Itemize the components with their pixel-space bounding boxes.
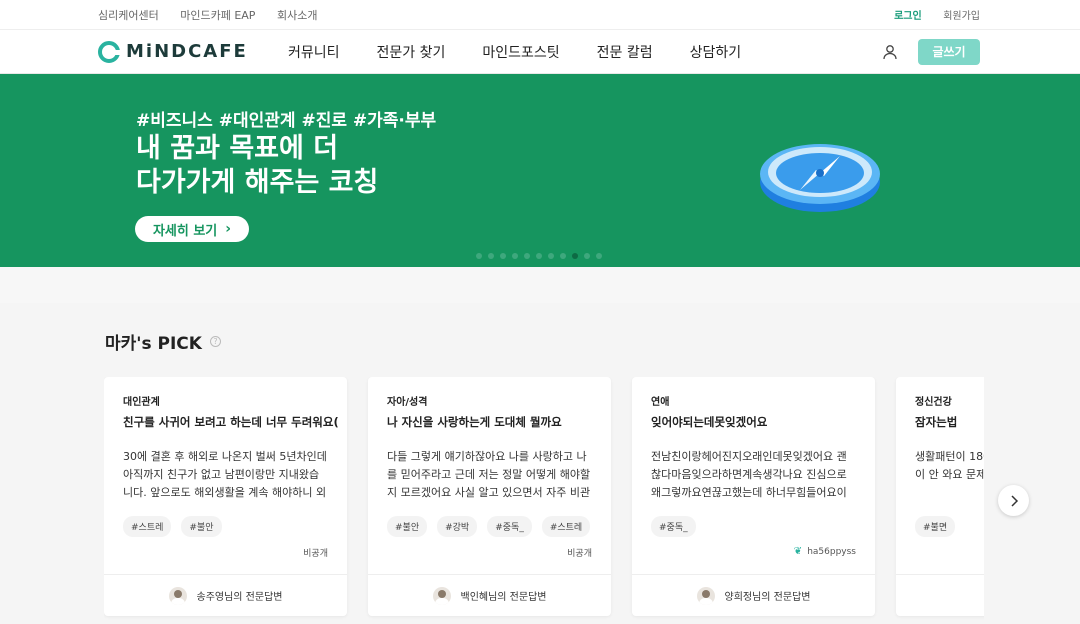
banner-dot[interactable] <box>500 253 506 259</box>
menu-find-expert[interactable]: 전문가 찾기 <box>377 42 446 62</box>
top-utility-bar: 심리케어센터 마인드카페 EAP 회사소개 로그인 회원가입 <box>0 0 1080 30</box>
card-expert-answer[interactable]: 송주영님의 전문답변 <box>104 574 347 616</box>
card-privacy-label: 비공개 <box>567 549 592 559</box>
menu-community[interactable]: 커뮤니티 <box>288 42 340 62</box>
menu-mind-postit[interactable]: 마인드포스팃 <box>482 42 559 62</box>
login-link[interactable]: 로그인 <box>894 11 922 22</box>
question-card[interactable]: 대인관계친구를 사귀어 보려고 하는데 너무 두려워요(해외) 30에 결혼 후 … <box>104 377 347 616</box>
banner-dot[interactable] <box>512 253 518 259</box>
banner-dot[interactable] <box>488 253 494 259</box>
banner-cta-button[interactable]: 자세히 보기 › <box>135 216 249 242</box>
banner-dot[interactable] <box>572 253 578 259</box>
tag-chip[interactable]: #불안 <box>387 516 428 537</box>
compass-icon <box>760 144 880 212</box>
hero-banner[interactable]: #비즈니스 #대인관계 #진로 #가족·부부 내 꿈과 목표에 더 다가가게 해… <box>0 74 1080 267</box>
card-category: 자아/성격 <box>387 397 428 408</box>
banner-dot[interactable] <box>548 253 554 259</box>
link-mindcafe-eap[interactable]: 마인드카페 EAP <box>180 9 255 22</box>
card-category: 정신건강 <box>915 397 952 408</box>
utility-links: 심리케어센터 마인드카페 EAP 회사소개 <box>98 7 335 23</box>
banner-dot[interactable] <box>584 253 590 259</box>
card-body: 30에 결혼 후 해외로 나온지 벌써 5년차인데 아직까지 친구가 없고 남편… <box>123 450 327 499</box>
question-card[interactable]: 연애잊어야되는데못잊겠어요전남친이랑헤어진지오래인데못잊겠어요 괜찮다마음잊으라… <box>632 377 875 616</box>
banner-dot[interactable] <box>536 253 542 259</box>
menu-expert-column[interactable]: 전문 칼럼 <box>597 42 653 62</box>
tag-chip[interactable]: #스트레 <box>541 516 591 537</box>
leaf-icon: ❦ <box>793 546 803 557</box>
card-author-status: 비공개 <box>303 546 328 559</box>
logo[interactable]: MiNDCAFE <box>98 40 288 63</box>
carousel-next-button[interactable] <box>998 485 1029 516</box>
tag-chip[interactable]: #스트레 <box>123 516 172 537</box>
banner-cta-label: 자세히 보기 <box>152 223 218 239</box>
question-card[interactable]: 자아/성격나 자신을 사랑하는게 도대체 뭘까요다들 그렇게 얘기하잖아요 나를… <box>368 377 611 616</box>
auth-links: 로그인 회원가입 <box>876 7 980 22</box>
nav-actions: 글쓰기 <box>880 38 980 65</box>
card-tags: #불면 <box>915 516 965 537</box>
main-nav: MiNDCAFE 커뮤니티 전문가 찾기 마인드포스팃 전문 칼럼 상담하기 글… <box>0 30 1080 74</box>
card-expert-answer[interactable]: 양희정님의 전문답변 <box>632 574 875 616</box>
card-tags: #중독_ <box>651 516 706 537</box>
card-title: 나 자신을 사랑하는게 도대체 뭘까요 <box>387 415 562 429</box>
chevron-right-icon <box>1010 494 1018 507</box>
pick-cards: 대인관계친구를 사귀어 보려고 하는데 너무 두려워요(해외) 30에 결혼 후 … <box>104 377 984 624</box>
link-psychological-care-center[interactable]: 심리케어센터 <box>98 9 159 22</box>
card-title: 잊어야되는데못잊겠어요 <box>651 415 768 429</box>
signup-link[interactable]: 회원가입 <box>943 11 980 22</box>
avatar <box>168 586 187 605</box>
section-gap <box>0 267 1080 303</box>
tag-chip[interactable]: #중독_ <box>651 516 696 537</box>
card-expert-answer[interactable] <box>896 574 984 616</box>
expert-answer-label: 양희정님의 전문답변 <box>724 592 811 603</box>
card-tags: #불안 #강박 #중독_ #스트레 <box>387 516 600 537</box>
banner-headline-line2: 다가가게 해주는 코칭 <box>136 167 379 198</box>
question-circle-icon[interactable]: ? <box>209 336 221 347</box>
card-category: 연애 <box>651 397 670 408</box>
logo-mark-icon <box>98 40 120 63</box>
banner-dot[interactable] <box>476 253 482 259</box>
write-button[interactable]: 글쓰기 <box>918 38 980 65</box>
banner-dot[interactable] <box>524 253 530 259</box>
card-title: 잠자는법 <box>915 415 958 429</box>
card-body: 전남친이랑헤어진지오래인데못잊겠어요 괜찮다마음잊으라하면계속생각나요 진심으로… <box>651 450 847 499</box>
tag-chip[interactable]: #강박 <box>437 516 478 537</box>
avatar <box>432 586 451 605</box>
card-body: 생활패턴이 180도 바뀌어서 자고싶은데 잠이 안 와요 문제는 하다하다 낮 <box>915 450 984 481</box>
banner-headline: 내 꿈과 목표에 더 다가가게 해주는 코칭 <box>136 132 378 200</box>
main-menu: 커뮤니티 전문가 찾기 마인드포스팃 전문 칼럼 상담하기 <box>288 42 778 62</box>
expert-answer-label: 송주영님의 전문답변 <box>196 592 283 603</box>
logo-text: MiNDCAFE <box>126 41 248 62</box>
card-tags: #스트레 #불안 <box>123 516 232 537</box>
user-icon[interactable] <box>880 42 900 62</box>
pick-title-text: 마카's PICK <box>105 334 202 354</box>
banner-tags: #비즈니스 #대인관계 #진로 #가족·부부 <box>136 111 437 131</box>
tag-chip[interactable]: #중독_ <box>487 516 532 537</box>
menu-counseling[interactable]: 상담하기 <box>690 42 742 62</box>
pick-section: 마카's PICK ? 대인관계친구를 사귀어 보려고 하는데 너무 두려워요(… <box>0 303 1080 624</box>
banner-pagination <box>476 253 608 259</box>
chevron-right-icon: › <box>225 221 232 237</box>
card-title: 친구를 사귀어 보려고 하는데 너무 두려워요(해외) <box>123 415 338 429</box>
tag-chip[interactable]: #불면 <box>915 516 956 537</box>
banner-headline-line1: 내 꿈과 목표에 더 <box>136 133 339 164</box>
link-company-intro[interactable]: 회사소개 <box>277 9 317 22</box>
avatar <box>696 586 715 605</box>
card-privacy-label: 비공개 <box>303 549 328 559</box>
card-category: 대인관계 <box>123 397 160 408</box>
pick-title: 마카's PICK ? <box>105 329 221 354</box>
tag-chip[interactable]: #불안 <box>181 516 222 537</box>
card-author-status: ❦ ha56ppyss <box>794 546 856 557</box>
banner-dot[interactable] <box>596 253 602 259</box>
card-expert-answer[interactable]: 백인혜님의 전문답변 <box>368 574 611 616</box>
card-body: 다들 그렇게 얘기하잖아요 나를 사랑하고 나를 믿어주라고 근데 저는 정말 … <box>387 450 591 499</box>
question-card[interactable]: 정신건강잠자는법생활패턴이 180도 바뀌어서 자고싶은데 잠이 안 와요 문제… <box>896 377 984 616</box>
banner-dot[interactable] <box>560 253 566 259</box>
card-privacy-label: ha56ppyss <box>807 546 856 557</box>
card-author-status: 비공개 <box>567 546 592 559</box>
expert-answer-label: 백인혜님의 전문답변 <box>460 592 547 603</box>
